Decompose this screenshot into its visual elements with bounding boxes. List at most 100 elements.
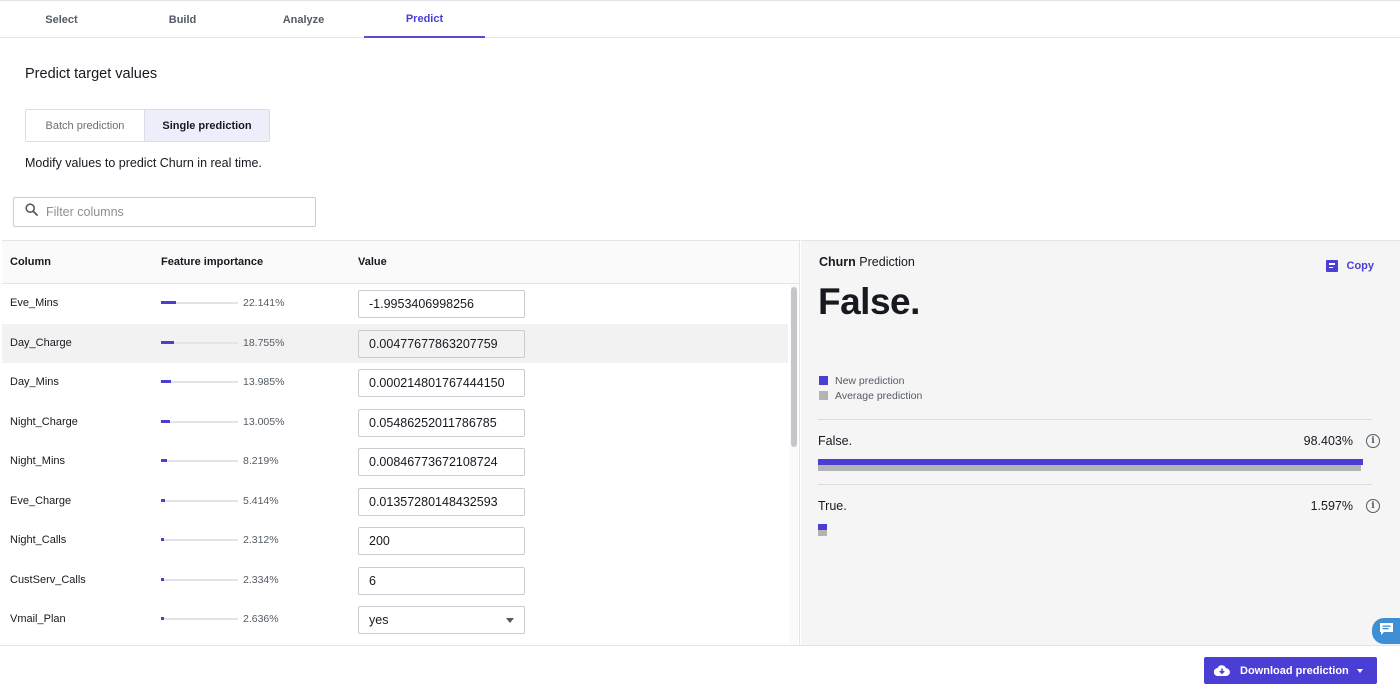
divider [818, 484, 1372, 485]
importance-bar [161, 380, 238, 383]
chevron-down-icon[interactable] [1357, 669, 1363, 673]
prediction-suffix: Prediction [859, 255, 915, 269]
importance-bar-fill [161, 538, 164, 541]
importance-header: Feature importance [161, 256, 264, 268]
importance-bar [161, 617, 238, 620]
class-false-pct: 98.403% [1303, 434, 1353, 448]
column-name: Day_Mins [10, 376, 59, 388]
filter-columns-input[interactable] [46, 205, 306, 219]
value-input[interactable]: 0.000214801767444150 [358, 369, 525, 397]
importance-pct: 18.755% [243, 336, 285, 349]
column-name: Eve_Charge [10, 494, 72, 507]
feature-table: Column Feature importance Value Eve_Mins… [2, 240, 800, 645]
info-icon[interactable]: i [1366, 499, 1380, 513]
importance-pct: 2.334% [243, 573, 279, 586]
download-prediction-button[interactable]: Download prediction [1204, 657, 1377, 684]
chevron-down-icon [506, 618, 514, 623]
column-name: Day_Charge [10, 336, 72, 349]
importance-bar [161, 577, 238, 581]
importance-pct: 22.141% [243, 297, 285, 309]
table-row: Day_Mins 13.985% 0.000214801767444150 [2, 363, 788, 402]
table-row: Night_Charge 13.005% 0.05486252011786785 [2, 403, 788, 442]
importance-bar-fill [161, 340, 174, 344]
importance-bar-fill [161, 498, 165, 502]
class-true-average-bar [818, 530, 827, 536]
column-name: Night_Calls [10, 534, 67, 546]
importance-pct: 5.414% [243, 494, 279, 507]
value-input[interactable]: 0.05486252011786785 [358, 408, 525, 437]
single-prediction-button[interactable]: Single prediction [144, 110, 269, 141]
value-input[interactable]: 0.01357280148432593 [358, 487, 525, 516]
value-text: 0.01357280148432593 [369, 494, 498, 509]
search-icon [25, 203, 38, 221]
tab-build[interactable]: Build [122, 1, 243, 38]
table-row: Day_Charge 18.755% 0.00477677863207759 [2, 323, 788, 363]
average-prediction-swatch [819, 391, 828, 400]
table-row: Night_Calls 2.312% 200 [2, 521, 788, 560]
page-title: Predict target values [25, 66, 158, 82]
importance-bar-fill [161, 301, 176, 304]
tab-analyze[interactable]: Analyze [243, 1, 364, 38]
importance-bar-fill [161, 419, 170, 423]
importance-pct: 8.219% [243, 455, 279, 467]
value-input[interactable]: 200 [358, 527, 525, 555]
importance-bar [161, 498, 238, 502]
importance-pct: 2.636% [243, 613, 279, 625]
table-row: Night_Mins 8.219% 0.00846773672108724 [2, 442, 788, 481]
class-true-pct: 1.597% [1310, 499, 1353, 513]
value-text: 0.05486252011786785 [369, 415, 497, 430]
scrollbar-thumb[interactable] [791, 287, 797, 447]
filter-columns-search [13, 197, 316, 227]
tab-predict[interactable]: Predict [364, 1, 485, 38]
importance-pct: 13.985% [243, 376, 285, 388]
value-text: -1.9953406998256 [369, 297, 474, 311]
importance-pct: 2.312% [243, 534, 279, 546]
table-row: CustServ_Calls 2.334% 6 [2, 561, 788, 600]
value-input[interactable]: 0.00846773672108724 [358, 448, 525, 476]
value-input[interactable]: 6 [358, 566, 525, 595]
importance-bar-fill [161, 459, 167, 462]
column-name: CustServ_Calls [10, 573, 86, 586]
divider [818, 419, 1372, 420]
value-text: 6 [369, 573, 376, 588]
info-icon[interactable]: i [1366, 434, 1380, 448]
importance-pct: 13.005% [243, 415, 285, 428]
chat-button[interactable] [1372, 618, 1400, 644]
prediction-panel: Churn Prediction Copy False. New predict… [801, 240, 1400, 645]
column-name: Eve_Mins [10, 297, 59, 309]
wizard-tabs: Select Build Analyze Predict [0, 0, 1400, 38]
tab-select[interactable]: Select [1, 1, 122, 38]
value-text: 200 [369, 534, 390, 548]
value-select[interactable]: yes [358, 606, 525, 634]
copy-icon [1325, 260, 1338, 272]
importance-bar [161, 419, 238, 423]
prediction-heading: Churn Prediction [819, 255, 915, 269]
new-prediction-swatch [819, 376, 828, 385]
importance-bar [161, 538, 238, 541]
table-row: Eve_Charge 5.414% 0.01357280148432593 [2, 482, 788, 521]
value-text: yes [369, 613, 389, 627]
importance-bar [161, 459, 238, 462]
importance-bar-fill [161, 577, 164, 581]
value-input[interactable]: -1.9953406998256 [358, 290, 525, 318]
importance-bar [161, 340, 238, 344]
importance-bar [161, 301, 238, 304]
footer-bar: Download prediction [0, 645, 1400, 693]
value-input[interactable]: 0.00477677863207759 [358, 329, 525, 358]
prediction-result: False. [818, 281, 920, 322]
copy-button[interactable]: Copy [1325, 260, 1375, 272]
value-text: 0.00477677863207759 [369, 336, 498, 351]
copy-label: Copy [1346, 260, 1375, 272]
hint-text: Modify values to predict Churn in real t… [25, 156, 262, 170]
column-name: Vmail_Plan [10, 613, 66, 625]
legend-average-label: Average prediction [835, 389, 923, 402]
class-false-average-bar [818, 465, 1361, 471]
legend-new-label: New prediction [835, 374, 905, 387]
importance-bar-fill [161, 380, 171, 383]
class-true-label: True. [818, 499, 847, 513]
batch-prediction-button[interactable]: Batch prediction [26, 110, 144, 141]
prediction-legend: New prediction Average prediction [819, 373, 922, 403]
importance-bar-fill [161, 617, 164, 620]
column-header: Column [10, 256, 51, 268]
table-header: Column Feature importance Value [2, 241, 799, 284]
